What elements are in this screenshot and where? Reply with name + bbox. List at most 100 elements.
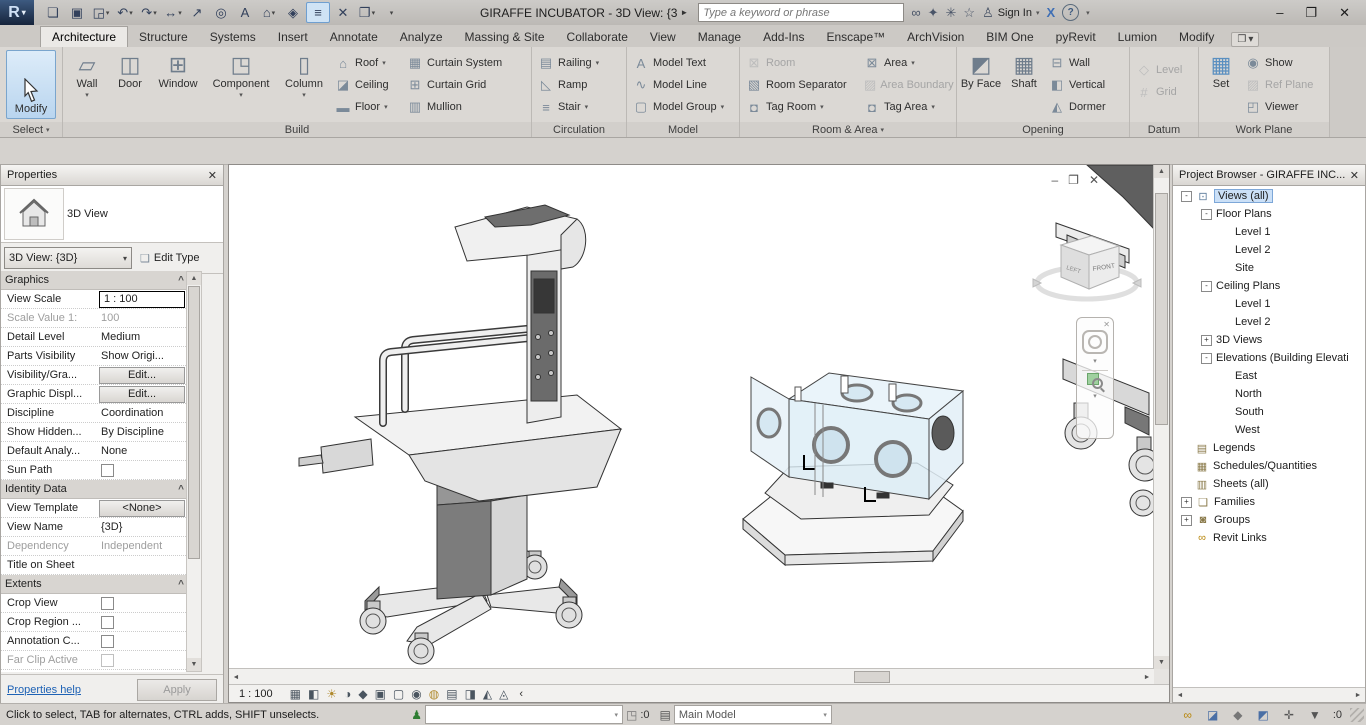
groups-expander[interactable]: + bbox=[1181, 515, 1192, 526]
section-identity-data[interactable]: Identity Data^ bbox=[1, 480, 188, 499]
door-button[interactable]: ◫Door bbox=[110, 49, 150, 121]
title-overflow-icon[interactable]: ► bbox=[680, 8, 688, 17]
tree-west[interactable]: West bbox=[1173, 421, 1365, 439]
view-restore-icon[interactable]: ❐ bbox=[1068, 173, 1079, 187]
revit-application-menu[interactable]: R▾ bbox=[0, 0, 34, 25]
visibility-edit-button[interactable]: Edit... bbox=[99, 367, 185, 384]
column-button[interactable]: ▯Column▾ bbox=[278, 49, 330, 121]
select-panel-label[interactable]: Select▾ bbox=[0, 122, 62, 137]
ribbon-display-toggle[interactable]: ❐▾ bbox=[1231, 32, 1259, 47]
show-work-plane-button[interactable]: ◉Show bbox=[1242, 52, 1322, 74]
section-button[interactable]: ◈ bbox=[282, 3, 304, 22]
sun-path-checkbox[interactable] bbox=[101, 464, 114, 477]
ceiling-button[interactable]: ◪Ceiling bbox=[332, 74, 402, 96]
sync-button[interactable]: ◲▾ bbox=[90, 3, 112, 22]
project-browser-header[interactable]: Project Browser - GIRAFFE INC... ✕ bbox=[1173, 165, 1365, 186]
shaft-button[interactable]: ▦Shaft bbox=[1004, 49, 1044, 121]
reveal-hidden-elements-icon[interactable]: ◍ bbox=[429, 687, 439, 701]
tab-analyze[interactable]: Analyze bbox=[389, 27, 454, 47]
groups-label[interactable]: Groups bbox=[1214, 514, 1250, 526]
default-3d-view-button[interactable]: ⌂▾ bbox=[258, 3, 280, 22]
crop-region-checkbox[interactable] bbox=[101, 616, 114, 629]
build-panel-label[interactable]: Build bbox=[63, 122, 531, 137]
ceiling-plans-expander[interactable]: - bbox=[1201, 281, 1212, 292]
annotation-crop-checkbox[interactable] bbox=[101, 635, 114, 648]
ceiling-plans-label[interactable]: Ceiling Plans bbox=[1216, 280, 1280, 292]
wall-opening-button[interactable]: ⊟Wall bbox=[1046, 52, 1122, 74]
incubator-hood-model[interactable] bbox=[743, 373, 963, 565]
south-label[interactable]: South bbox=[1235, 406, 1264, 418]
view-template-button[interactable]: <None> bbox=[99, 500, 185, 517]
sheets-label[interactable]: Sheets (all) bbox=[1213, 478, 1269, 490]
tab-bim-one[interactable]: BIM One bbox=[975, 27, 1044, 47]
east-label[interactable]: East bbox=[1235, 370, 1257, 382]
vertical-opening-button[interactable]: ◧Vertical bbox=[1046, 74, 1122, 96]
zoom-caret-icon[interactable]: ▾ bbox=[1093, 392, 1097, 400]
thin-lines-toggle[interactable]: ≡ bbox=[306, 2, 330, 23]
active-workset-dropdown[interactable]: ▾ bbox=[425, 705, 623, 724]
restore-button[interactable]: ❐ bbox=[1305, 5, 1317, 21]
tab-systems[interactable]: Systems bbox=[199, 27, 267, 47]
graphic-display-edit-button[interactable]: Edit... bbox=[99, 386, 185, 403]
stair-button[interactable]: ≡Stair▾ bbox=[535, 96, 623, 118]
properties-scrollbar[interactable]: ▲ ▼ bbox=[186, 271, 202, 672]
tab-modify[interactable]: Modify bbox=[1168, 27, 1225, 47]
customize-qat-button[interactable]: ▾ bbox=[380, 3, 402, 22]
3d-views-expander[interactable]: + bbox=[1201, 335, 1212, 346]
zoom-tool-icon[interactable] bbox=[1087, 373, 1103, 389]
text-button[interactable]: A bbox=[234, 3, 256, 22]
level-1-label[interactable]: Level 1 bbox=[1235, 226, 1270, 238]
resize-grip[interactable] bbox=[1350, 708, 1364, 722]
tag-area-button[interactable]: ◘Tag Area▾ bbox=[861, 96, 953, 118]
ceiling-level-1-label[interactable]: Level 1 bbox=[1235, 298, 1270, 310]
tag-by-category-button[interactable]: ◎ bbox=[210, 3, 232, 22]
canvas-scroll-down-icon[interactable]: ▼ bbox=[1154, 656, 1169, 669]
model-group-button[interactable]: ▢Model Group▾ bbox=[630, 96, 736, 118]
families-label[interactable]: Families bbox=[1214, 496, 1255, 508]
show-crop-region-icon[interactable]: ▢ bbox=[393, 687, 404, 701]
tree-views-all[interactable]: -⊡Views (all) bbox=[1173, 187, 1365, 205]
floor-plans-expander[interactable]: - bbox=[1201, 209, 1212, 220]
view-scale-value[interactable]: 1 : 100 bbox=[99, 291, 185, 308]
tab-lumion[interactable]: Lumion bbox=[1107, 27, 1168, 47]
tree-south[interactable]: South bbox=[1173, 403, 1365, 421]
by-face-button[interactable]: ◩By Face bbox=[960, 49, 1002, 121]
tree-ceiling-plans[interactable]: -Ceiling Plans bbox=[1173, 277, 1365, 295]
crop-view-icon[interactable]: ▣ bbox=[375, 687, 386, 701]
revit-links-label[interactable]: Revit Links bbox=[1213, 532, 1267, 544]
ref-plane-button[interactable]: ▨Ref Plane bbox=[1242, 74, 1322, 96]
tree-level-2[interactable]: Level 2 bbox=[1173, 241, 1365, 259]
tab-insert[interactable]: Insert bbox=[267, 27, 319, 47]
canvas-vertical-scrollbar[interactable]: ▲ ▼ bbox=[1153, 165, 1169, 669]
properties-help-link[interactable]: Properties help bbox=[7, 684, 81, 696]
render-icon[interactable]: ◆ bbox=[358, 687, 367, 701]
curtain-grid-button[interactable]: ⊞Curtain Grid bbox=[404, 74, 514, 96]
tree-north[interactable]: North bbox=[1173, 385, 1365, 403]
temporary-view-properties-icon[interactable]: ◨ bbox=[465, 687, 476, 701]
model-text-button[interactable]: AModel Text bbox=[630, 52, 736, 74]
modify-button[interactable]: Modify bbox=[6, 50, 56, 119]
properties-scroll-up-icon[interactable]: ▲ bbox=[187, 272, 201, 285]
discipline-value[interactable]: Coordination bbox=[99, 407, 188, 419]
browser-scroll-right-icon[interactable]: ► bbox=[1351, 692, 1365, 699]
select-by-face-toggle[interactable]: ◩ bbox=[1258, 708, 1269, 722]
worksharing-display-icon[interactable]: ▤ bbox=[446, 687, 457, 701]
measure-button[interactable]: ↔▾ bbox=[162, 3, 184, 22]
properties-header[interactable]: Properties ✕ bbox=[1, 165, 223, 186]
window-button[interactable]: ⊞Window bbox=[152, 49, 204, 121]
roof-button[interactable]: ⌂Roof▾ bbox=[332, 52, 402, 74]
wheel-caret-icon[interactable]: ▾ bbox=[1093, 357, 1097, 365]
north-label[interactable]: North bbox=[1235, 388, 1262, 400]
tree-revit-links[interactable]: ∞Revit Links bbox=[1173, 529, 1365, 547]
properties-close-icon[interactable]: ✕ bbox=[208, 169, 217, 182]
tab-annotate[interactable]: Annotate bbox=[319, 27, 389, 47]
detail-level-icon[interactable]: ▦ bbox=[290, 687, 301, 701]
level-2-label[interactable]: Level 2 bbox=[1235, 244, 1270, 256]
highlight-displacement-sets-icon[interactable]: ◭ bbox=[483, 687, 492, 701]
tree-floor-plans[interactable]: -Floor Plans bbox=[1173, 205, 1365, 223]
area-button[interactable]: ⊠Area▾ bbox=[861, 52, 953, 74]
properties-scroll-thumb[interactable] bbox=[188, 286, 200, 559]
tab-structure[interactable]: Structure bbox=[128, 27, 199, 47]
circulation-panel-label[interactable]: Circulation bbox=[532, 122, 626, 137]
subscription-icon[interactable]: ✦ bbox=[928, 5, 939, 21]
